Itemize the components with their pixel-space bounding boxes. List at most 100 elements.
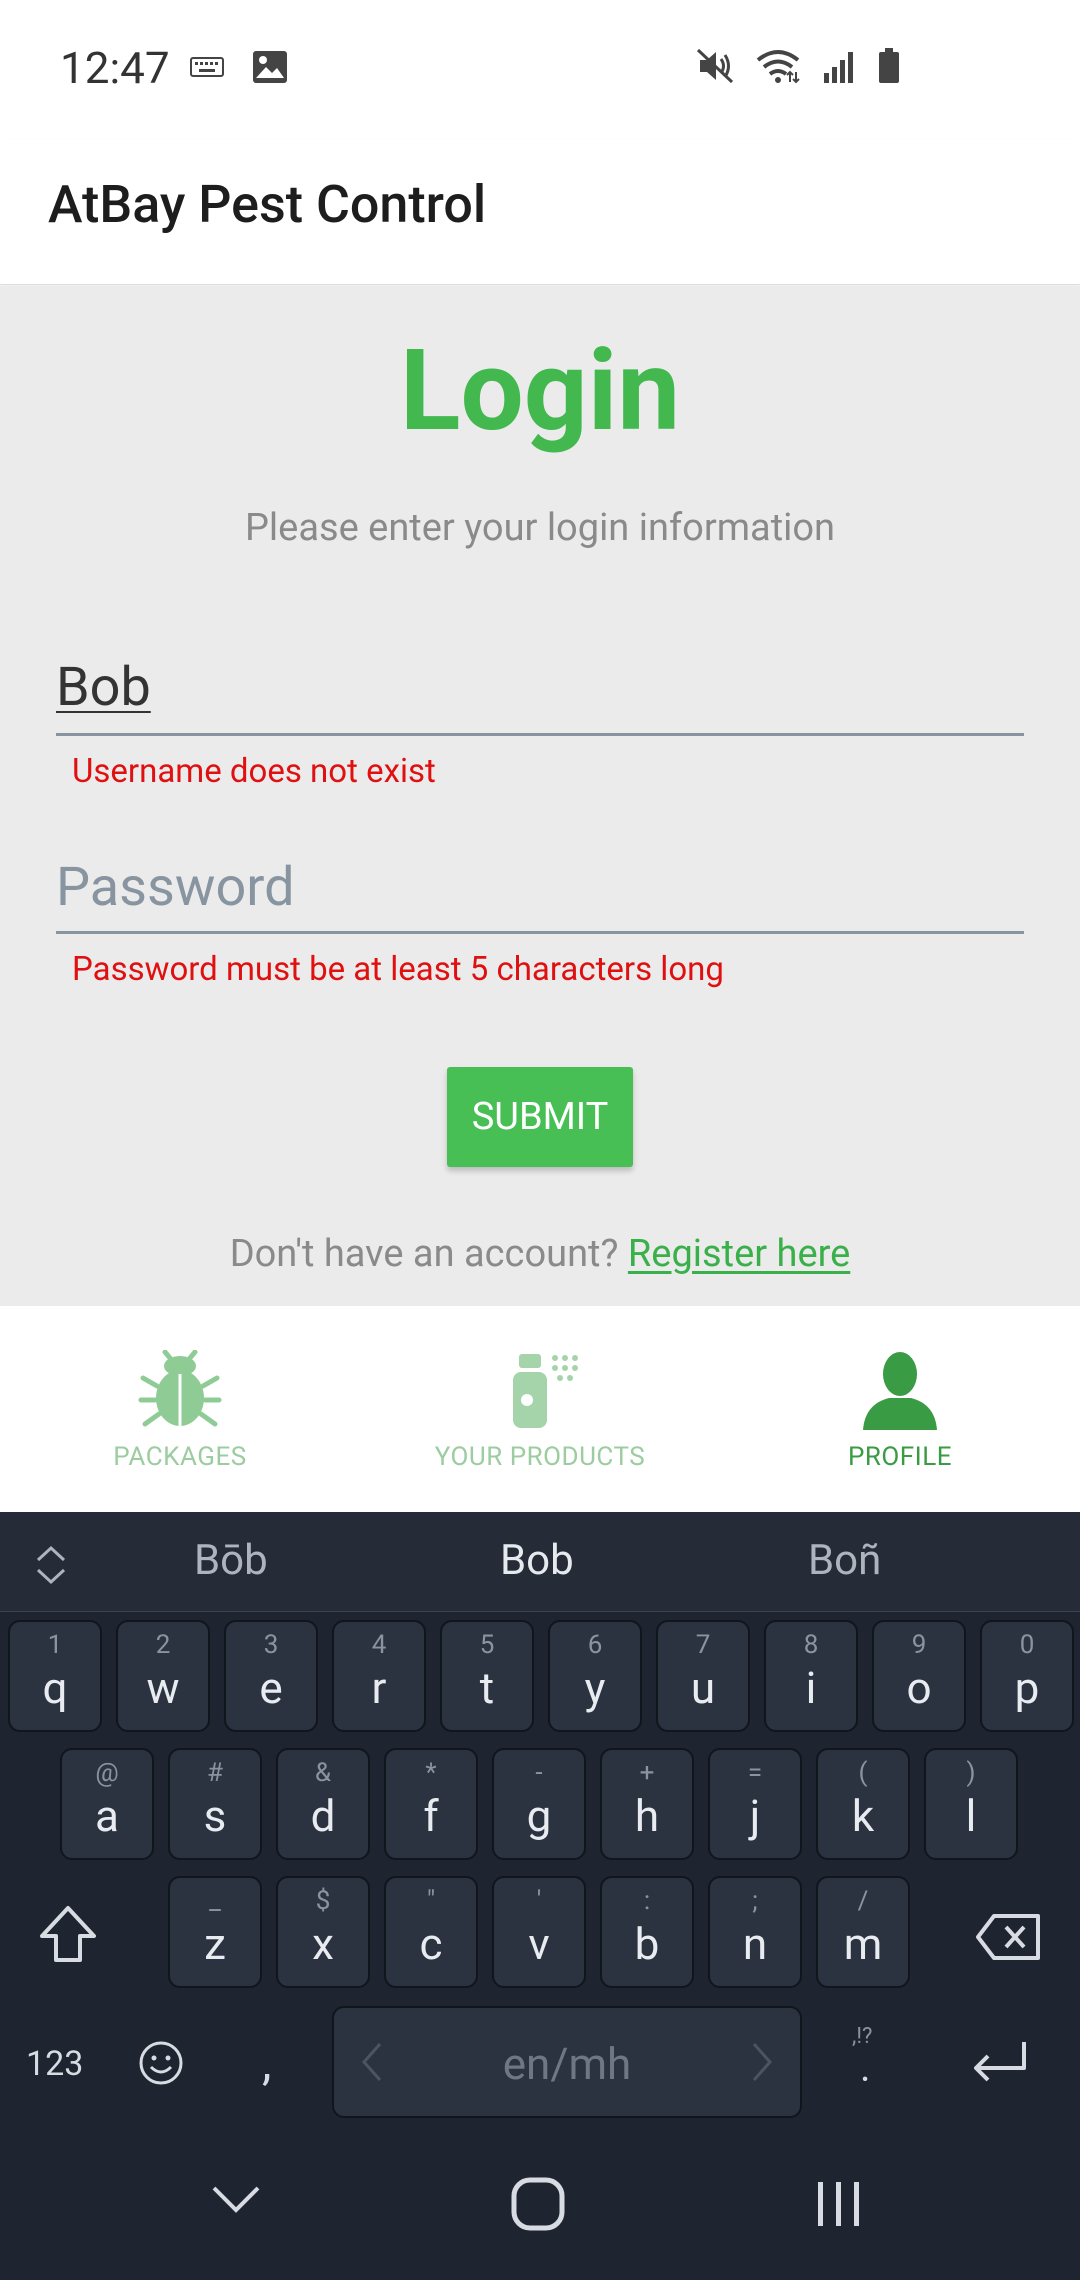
key-i[interactable]: 8i xyxy=(764,1620,858,1732)
key-f[interactable]: * f xyxy=(384,1748,478,1860)
key-a[interactable]: @ a xyxy=(60,1748,154,1860)
password-field[interactable]: Password xyxy=(56,834,1024,934)
spray-bottle-icon xyxy=(513,1354,578,1428)
recent-apps-icon[interactable] xyxy=(810,2176,866,2236)
period-key[interactable]: . xyxy=(860,2044,871,2091)
key-hint: & xyxy=(314,1758,332,1788)
wifi-icon xyxy=(756,48,800,88)
key-label: m xyxy=(843,1918,883,1970)
key-label: f xyxy=(423,1790,439,1842)
key-hint: / xyxy=(857,1886,869,1916)
key-n[interactable]: ; n xyxy=(708,1876,802,1988)
key-s[interactable]: # s xyxy=(168,1748,262,1860)
key-r[interactable]: 4r xyxy=(332,1620,426,1732)
emoji-key-icon[interactable] xyxy=(138,2040,184,2090)
signal-icon xyxy=(822,49,856,87)
app-title: AtBay Pest Control xyxy=(48,174,487,235)
space-key[interactable]: en/mh xyxy=(332,2006,802,2118)
key-label: p xyxy=(1014,1662,1040,1714)
page-subtitle: Please enter your login information xyxy=(244,506,836,550)
key-hint: 8 xyxy=(803,1630,819,1660)
key-hint: ( xyxy=(858,1758,868,1788)
key-t[interactable]: 5t xyxy=(440,1620,534,1732)
enter-key-icon[interactable] xyxy=(968,2038,1032,2092)
register-line: Don't have an account? Register here xyxy=(0,1232,1080,1276)
key-hint: : xyxy=(643,1886,651,1916)
key-label: o xyxy=(906,1662,932,1714)
password-error: Password must be at least 5 characters l… xyxy=(72,950,724,989)
key-hint: = xyxy=(747,1758,763,1788)
suggestion-3[interactable]: Boñ xyxy=(808,1536,881,1585)
shift-key-icon[interactable] xyxy=(36,1902,100,1970)
key-label: e xyxy=(259,1662,283,1714)
key-label: d xyxy=(310,1790,336,1842)
key-label: h xyxy=(634,1790,660,1842)
key-label: q xyxy=(42,1662,68,1714)
comma-key[interactable]: , xyxy=(262,2034,271,2091)
key-hint: 4 xyxy=(371,1630,387,1660)
tab-profile[interactable]: PROFILE xyxy=(720,1306,1080,1512)
key-label: t xyxy=(479,1662,495,1714)
key-g[interactable]: -g xyxy=(492,1748,586,1860)
hide-keyboard-icon[interactable] xyxy=(208,2180,264,2220)
key-label: v xyxy=(528,1918,550,1970)
home-button-icon[interactable] xyxy=(510,2176,566,2236)
register-prompt: Don't have an account? xyxy=(229,1232,619,1276)
key-label: x xyxy=(312,1918,334,1970)
key-u[interactable]: 7u xyxy=(656,1620,750,1732)
key-hint: " xyxy=(426,1886,436,1916)
key-hint: ) xyxy=(966,1758,976,1788)
key-d[interactable]: & d xyxy=(276,1748,370,1860)
key-y[interactable]: 6y xyxy=(548,1620,642,1732)
key-h[interactable]: + h xyxy=(600,1748,694,1860)
key-j[interactable]: = j xyxy=(708,1748,802,1860)
key-w[interactable]: 2w xyxy=(116,1620,210,1732)
username-error: Username does not exist xyxy=(72,752,436,791)
key-hint: 0 xyxy=(1019,1630,1035,1660)
key-m[interactable]: / m xyxy=(816,1876,910,1988)
suggestion-2[interactable]: Bob xyxy=(500,1536,574,1585)
key-o[interactable]: 9o xyxy=(872,1620,966,1732)
username-value[interactable]: Bob xyxy=(56,656,151,719)
key-label: s xyxy=(203,1790,227,1842)
person-icon xyxy=(863,1352,937,1430)
key-k[interactable]: (k xyxy=(816,1748,910,1860)
key-label: i xyxy=(805,1662,817,1714)
username-field[interactable]: Bob xyxy=(56,636,1024,736)
bottom-tab-bar: PACKAGES YOUR PRODUCTS PROFILE xyxy=(0,1306,1080,1512)
key-l[interactable]: ) l xyxy=(924,1748,1018,1860)
key-label: b xyxy=(634,1918,660,1970)
password-placeholder: Password xyxy=(56,856,295,919)
submit-button[interactable]: SUBMIT xyxy=(447,1067,633,1167)
key-hint: + xyxy=(639,1758,655,1788)
key-label: g xyxy=(526,1790,552,1842)
backspace-key-icon[interactable] xyxy=(974,1912,1044,1966)
numbers-key[interactable]: 123 xyxy=(26,2044,83,2084)
tab-label-your-products: YOUR PRODUCTS xyxy=(434,1442,646,1472)
key-hint: $ xyxy=(315,1886,331,1916)
key-p[interactable]: 0p xyxy=(980,1620,1074,1732)
keyboard-icon xyxy=(190,57,224,81)
key-q[interactable]: 1q xyxy=(8,1620,102,1732)
key-hint: 2 xyxy=(155,1630,171,1660)
tab-packages[interactable]: PACKAGES xyxy=(0,1306,360,1512)
key-label: y xyxy=(584,1662,606,1714)
tab-your-products[interactable]: YOUR PRODUCTS xyxy=(360,1306,720,1512)
status-left-icons xyxy=(190,50,288,88)
suggestion-1[interactable]: Bōb xyxy=(194,1536,268,1585)
key-label: z xyxy=(204,1918,226,1970)
key-e[interactable]: 3e xyxy=(224,1620,318,1732)
expand-suggestions-icon[interactable] xyxy=(30,1542,72,1592)
key-v[interactable]: ' v xyxy=(492,1876,586,1988)
key-label: l xyxy=(965,1790,977,1842)
key-x[interactable]: $ x xyxy=(276,1876,370,1988)
key-label: w xyxy=(146,1662,180,1714)
key-z[interactable]: _ z xyxy=(168,1876,262,1988)
key-b[interactable]: :b xyxy=(600,1876,694,1988)
register-link[interactable]: Register here xyxy=(628,1232,850,1276)
key-label: u xyxy=(690,1662,716,1714)
key-c[interactable]: " c xyxy=(384,1876,478,1988)
tab-label-packages: PACKAGES xyxy=(113,1442,247,1472)
key-hint: 5 xyxy=(479,1630,495,1660)
login-screen: Login Please enter your login informatio… xyxy=(0,286,1080,1306)
